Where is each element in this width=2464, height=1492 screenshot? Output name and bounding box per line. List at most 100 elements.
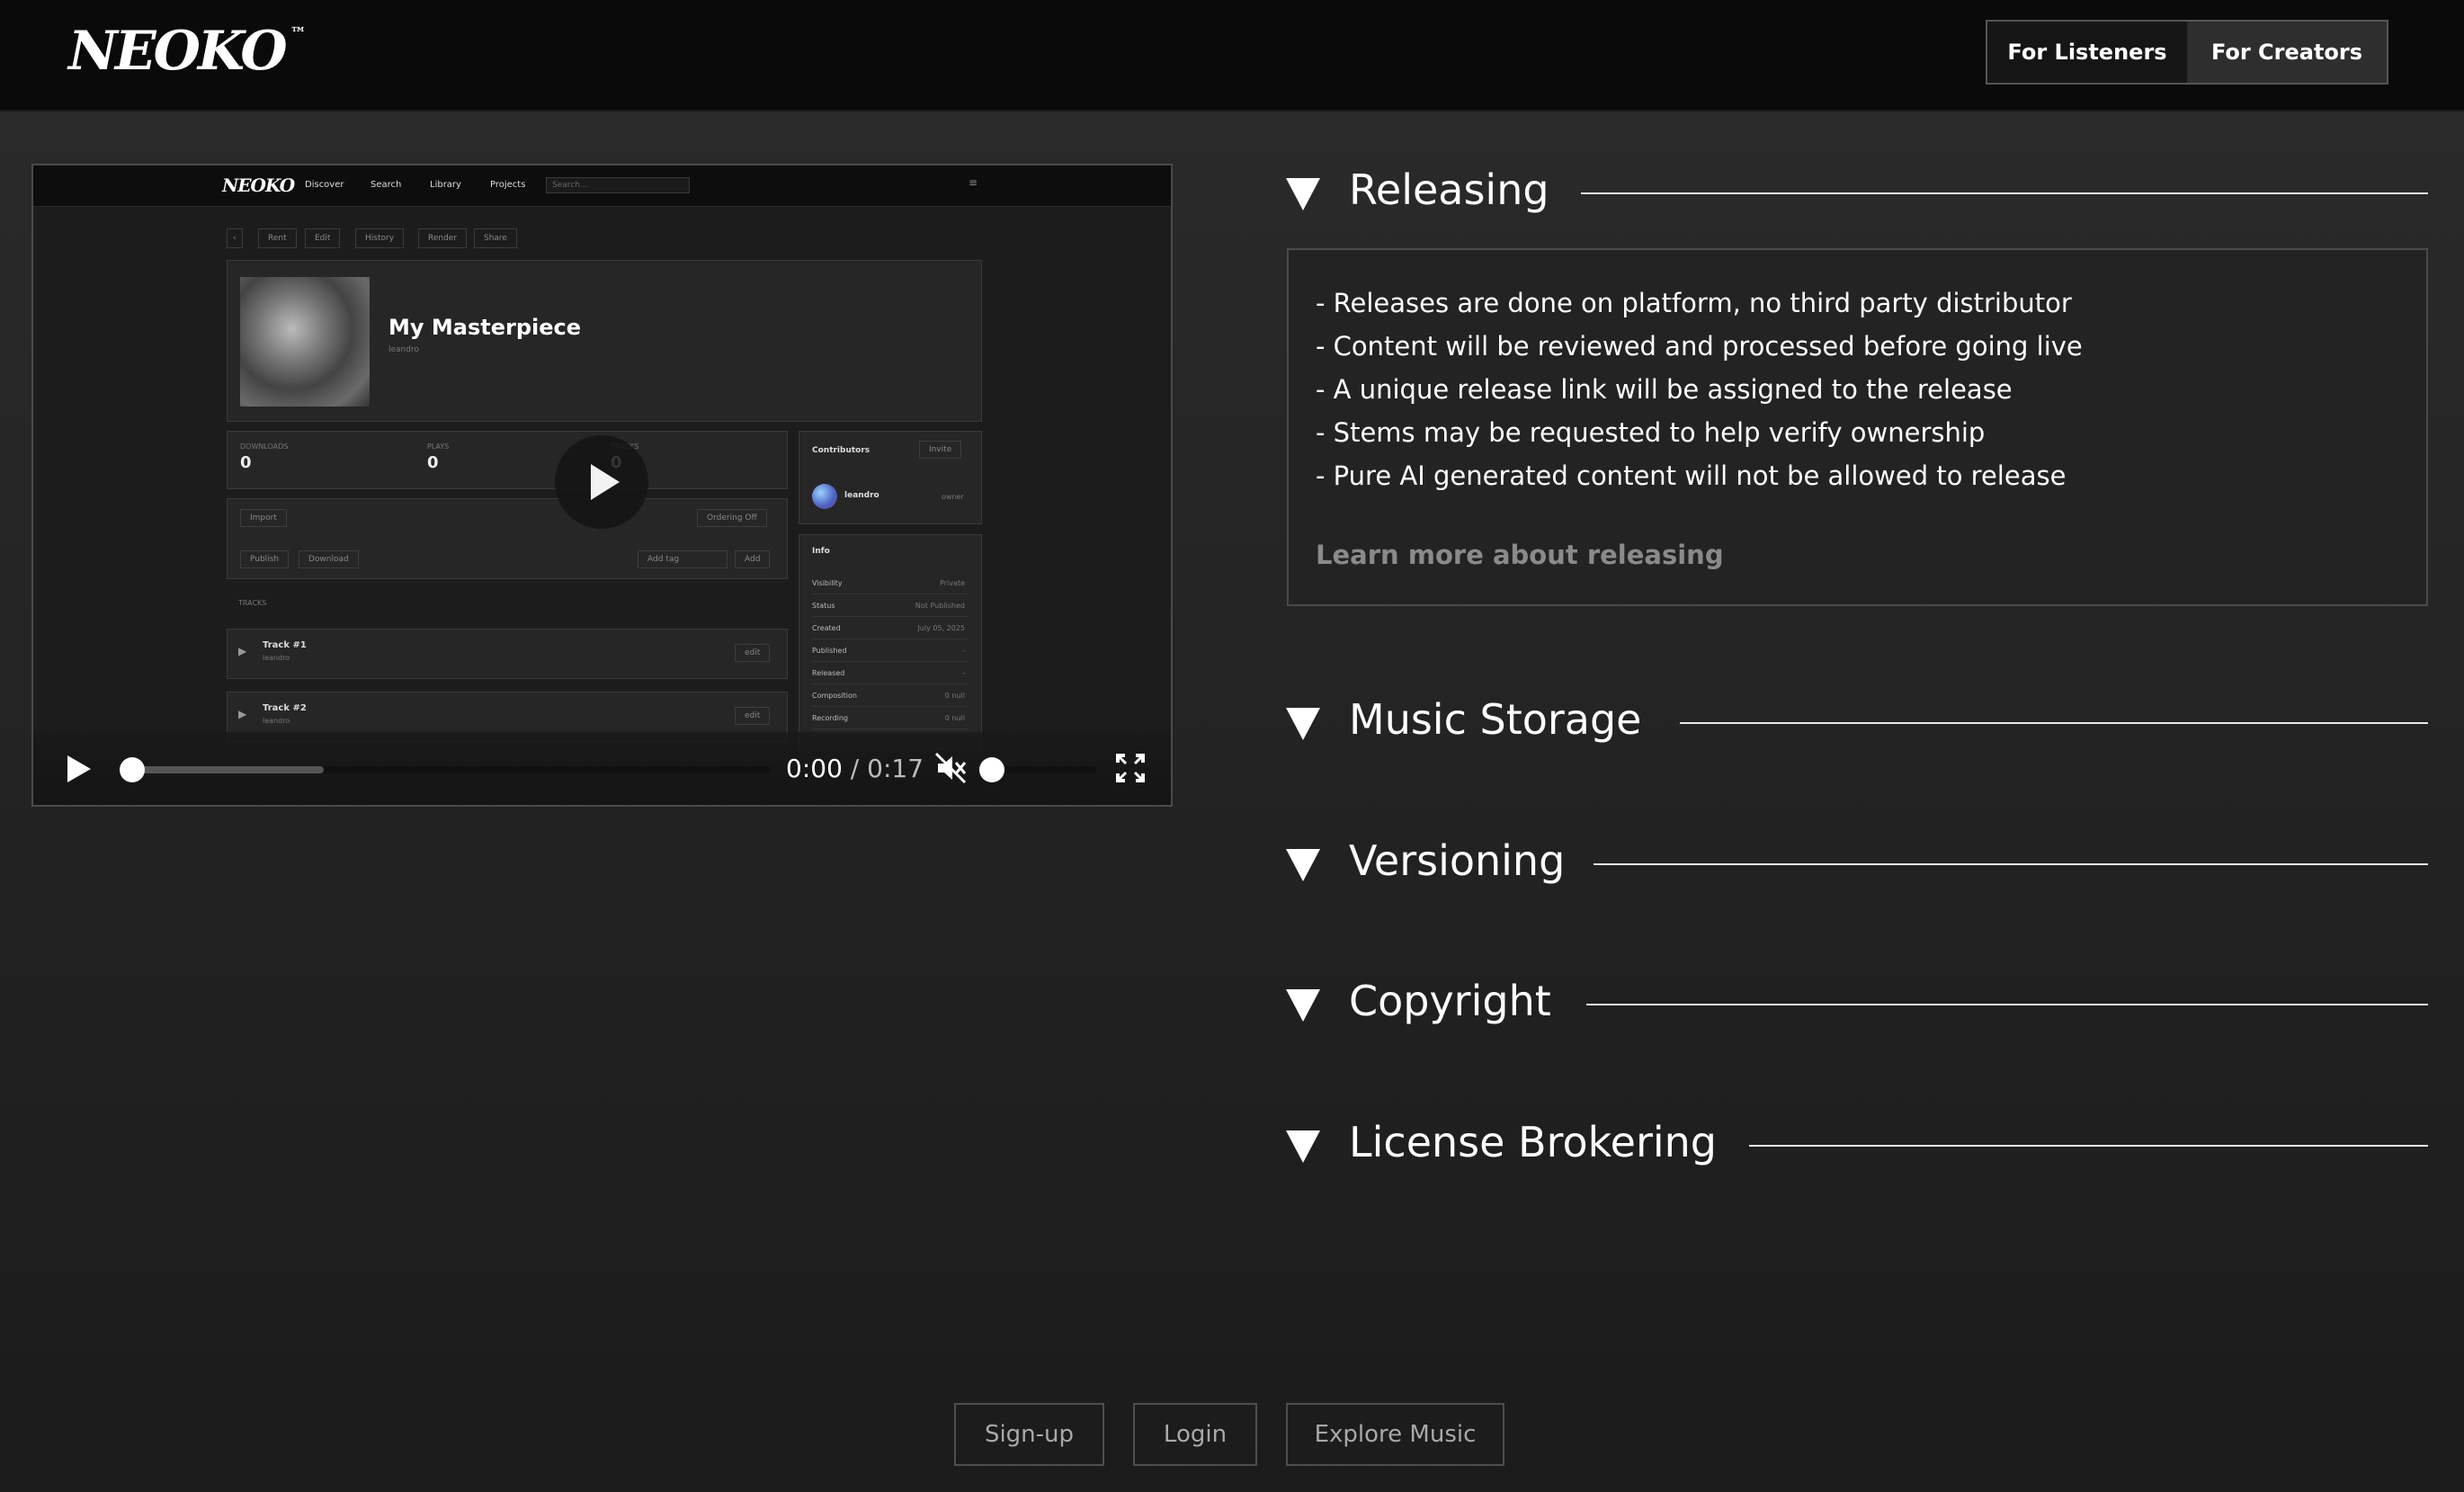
divider-line (1680, 722, 2428, 724)
list-item: - Releases are done on platform, no thir… (1316, 288, 2072, 318)
video-frame-info-divider (812, 616, 969, 617)
video-frame-stat-label: PLAYS (427, 442, 450, 451)
video-frame-info-key: Created (812, 624, 841, 632)
video-frame-info-key: Visibility (812, 579, 843, 587)
video-frame-track-edit: edit (735, 644, 771, 662)
video-frame-nav-search: Search (370, 180, 402, 190)
logo-text: NEOKO (68, 20, 288, 83)
video-frame-chip: Rent (258, 228, 297, 248)
video-frame-back-chip: ‹ (227, 228, 243, 248)
video-frame-nav-discover: Discover (305, 180, 344, 190)
video-frame-action: Import (240, 509, 287, 527)
video-frame-contributors-title: Contributors (812, 446, 870, 455)
volume-slider[interactable] (992, 766, 1096, 773)
logo[interactable]: NEOKO ™ (68, 20, 307, 83)
accordion-music-storage[interactable]: Music Storage (1286, 695, 2428, 749)
video-frame-info-value: Private (940, 579, 965, 587)
expand-triangle-icon (1286, 849, 1320, 881)
video-frame-search: Search... (546, 177, 690, 193)
tab-for-listeners[interactable]: For Listeners (1987, 22, 2187, 83)
accordion-copyright[interactable]: Copyright (1286, 977, 2428, 1031)
list-item: - Stems may be requested to help verify … (1316, 417, 1986, 448)
video-frame-action: Add (735, 550, 771, 568)
video-frame-contributor-name: leandro (844, 491, 879, 500)
video-frame-info-divider (812, 683, 969, 684)
play-icon[interactable] (67, 755, 91, 782)
audience-toggle: For Listeners For Creators (1986, 20, 2388, 85)
top-header: NEOKO ™ For Listeners For Creators (0, 0, 2464, 112)
signup-button[interactable]: Sign-up (954, 1403, 1104, 1466)
video-frame-info-title: Info (812, 547, 830, 556)
divider-line (1594, 863, 2428, 865)
list-item: - Pure AI generated content will not be … (1316, 460, 2067, 491)
video-frame-logo: NEOKO (222, 174, 295, 196)
video-frame-contributor-avatar (812, 484, 837, 509)
video-frame-invite: Invite (919, 441, 962, 459)
video-frame-action: Publish (240, 550, 290, 568)
video-frame-track-name: Track #2 (263, 703, 307, 713)
fullscreen-icon[interactable] (1112, 750, 1148, 786)
video-frame-info-divider (812, 728, 969, 729)
video-frame-info-key: Status (812, 602, 835, 610)
seek-handle[interactable] (120, 757, 145, 782)
video-frame-stat-value: 0 (240, 453, 252, 472)
video-frame-track-owner: leandro (263, 717, 290, 725)
video-frame-chip: Render (418, 228, 468, 248)
video-frame-nav-library: Library (430, 180, 461, 190)
divider-line (1586, 1004, 2428, 1005)
video-frame-action: Download (299, 550, 359, 568)
video-frame-info-value: - (962, 669, 965, 677)
divider-line (1581, 192, 2428, 194)
video-frame-info-value: July 05, 2025 (917, 624, 965, 632)
volume-handle[interactable] (979, 757, 1004, 782)
video-frame-action: Add tag (638, 550, 728, 568)
video-frame-info-value: 0 null (944, 714, 965, 722)
current-time: 0:00 (786, 754, 843, 783)
login-button[interactable]: Login (1133, 1403, 1257, 1466)
accordion-releasing[interactable]: Releasing (1286, 165, 2428, 219)
video-frame-track-play-icon: ▶ (238, 645, 247, 657)
video-frame-menu-icon: ≡ (969, 176, 978, 189)
video-frame-chip: History (355, 228, 405, 248)
accordion-title: Releasing (1349, 165, 1549, 214)
video-frame-project-owner: leandro (388, 345, 419, 354)
video-frame-stat-label: DOWNLOADS (240, 442, 289, 451)
mute-icon[interactable] (933, 750, 969, 786)
duration: 0:17 (867, 754, 924, 783)
tab-for-creators[interactable]: For Creators (2187, 22, 2387, 83)
expand-triangle-icon (1286, 1130, 1320, 1163)
video-frame-project-title: My Masterpiece (388, 315, 582, 340)
video-frame-track-name: Track #1 (263, 640, 307, 650)
video-controls: 0:00 / 0:17 (33, 732, 1171, 805)
video-frame-chip: Share (474, 228, 517, 248)
video-frame-info-divider (812, 706, 969, 707)
video-frame-info-value: 0 null (944, 692, 965, 700)
video-frame-track-row (227, 629, 788, 679)
video-frame-info-key: Released (812, 669, 845, 677)
time-separator: / (850, 754, 860, 783)
video-frame-stat-value: 0 (427, 453, 439, 472)
video-frame-album-art (240, 277, 370, 407)
expand-triangle-icon (1286, 708, 1320, 740)
explore-music-button[interactable]: Explore Music (1286, 1403, 1504, 1466)
video-frame-stats (227, 431, 788, 489)
video-frame-info-divider (812, 661, 969, 662)
video-frame-chip: Edit (305, 228, 341, 248)
demo-video-player[interactable]: NEOKO Discover Search Library Projects S… (31, 164, 1173, 807)
video-frame-center-play-icon (555, 435, 648, 529)
accordion-title: Versioning (1349, 836, 1566, 885)
accordion-releasing-content: - Releases are done on platform, no thir… (1287, 248, 2428, 606)
video-frame-action: Ordering Off (697, 509, 767, 527)
list-item: - A unique release link will be assigned… (1316, 374, 2013, 405)
video-frame-info-value: Not Published (915, 602, 965, 610)
video-frame-track-edit: edit (735, 707, 771, 725)
accordion-versioning[interactable]: Versioning (1286, 836, 2428, 890)
learn-more-releasing-link[interactable]: Learn more about releasing (1316, 540, 1724, 570)
releasing-list: - Releases are done on platform, no thir… (1316, 281, 2083, 497)
list-item: - Content will be reviewed and processed… (1316, 331, 2083, 362)
video-frame-info-key: Recording (812, 714, 849, 722)
accordion-license-brokering[interactable]: License Brokering (1286, 1118, 2428, 1172)
video-frame-track-play-icon: ▶ (238, 708, 247, 720)
video-frame-nav-projects: Projects (490, 180, 526, 190)
expand-triangle-icon (1286, 989, 1320, 1022)
